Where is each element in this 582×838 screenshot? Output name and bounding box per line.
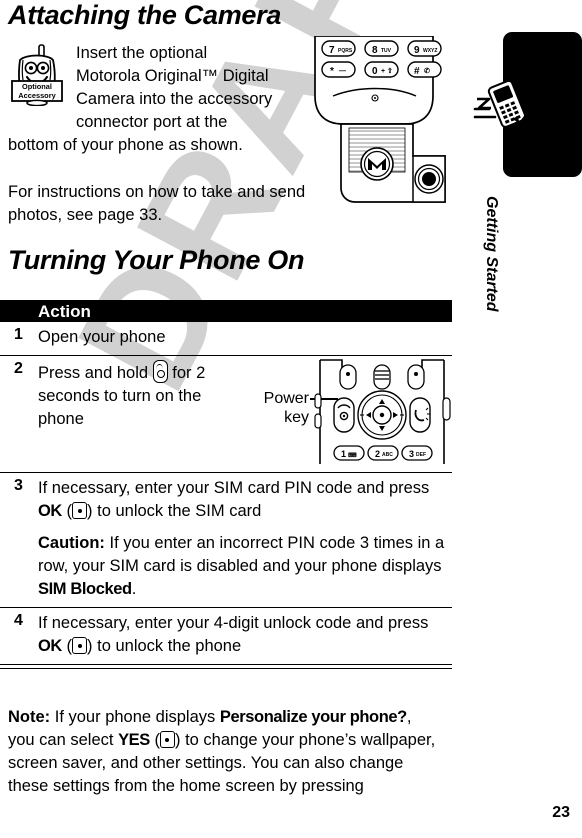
table-header-row: Action [0,300,452,322]
step-text-part: ( [61,637,73,655]
paragraph-photo-instructions: For instructions on how to take and send… [8,183,306,224]
step-text: Press and hold for 2 seconds to turn on … [38,360,208,431]
power-key-callout: Power key [225,389,309,427]
paragraph-line: connector port at the [76,113,228,131]
svg-text:✆: ✆ [424,67,430,75]
step-text: Open your phone [38,328,166,346]
table-bottom-rule [0,668,452,669]
svg-text:⌨: ⌨ [348,452,357,459]
svg-text:3: 3 [409,449,414,459]
svg-text:TUV: TUV [381,48,392,54]
svg-text:WXYZ: WXYZ [423,48,437,54]
paragraph-line: Motorola Original™ Digital [76,67,269,85]
note-text-part: ( [149,731,160,749]
paragraph-line: bottom of your phone as shown. [8,136,243,154]
paragraph-insert-camera: Insert the optional Motorola Original™ D… [8,42,308,157]
center-select-key-glyph [72,502,88,519]
camera-attachment-illustration: 7 PQRS 8 TUV 9 WXYZ * — 0 + ⇧ # ✆ [313,35,458,218]
step-text: If necessary, enter your 4-digit unlock … [38,612,448,658]
svg-text:9: 9 [414,45,420,56]
step-number: 1 [14,326,23,343]
note-paragraph: Note: If your phone displays Personalize… [8,706,438,798]
paragraph-line: Insert the optional [76,44,208,62]
action-table: Action 1 Open your phone 2 Press and hol… [0,300,452,669]
callout-line: Power [263,390,309,407]
step-number: 3 [14,477,23,494]
step-number: 4 [14,612,23,629]
caution-label: Caution: [38,534,105,552]
sidebar-label: Getting Started [483,196,500,312]
page-number: 23 [552,804,570,821]
svg-text:0: 0 [372,66,378,77]
svg-text:ABC: ABC [382,452,393,458]
section-heading-turning-your-phone-on: Turning Your Phone On [8,245,305,275]
step-text-part: ( [61,502,73,520]
center-select-key-glyph [159,731,175,748]
note-text-part: If your phone displays [50,708,220,726]
svg-text:1: 1 [341,449,346,459]
note-label: Note: [8,708,51,726]
page-content: Attaching the Camera Optional Accessory … [0,0,582,838]
svg-text:PQRS: PQRS [338,48,353,54]
caution-text-end: . [131,580,137,598]
callout-line: key [284,409,309,426]
svg-text:#: # [414,66,420,77]
table-row: 4 If necessary, enter your 4-digit unloc… [0,608,452,665]
svg-text:+ ⇧: + ⇧ [381,67,393,75]
step-text-part: ) to unlock the SIM card [87,502,262,520]
table-row: 2 Press and hold for 2 seconds to turn o… [0,356,452,473]
table-header-action: Action [38,302,91,321]
center-select-key-glyph [72,637,88,654]
display-text: Personalize your phone? [219,708,407,726]
section-heading-attaching-the-camera: Attaching the Camera [8,0,282,30]
step-text-part: If necessary, enter your SIM card PIN co… [38,479,430,497]
power-key-glyph [152,360,168,383]
softkey-label: OK [38,502,62,520]
softkey-label: YES [118,731,150,749]
step-text-part: ) to unlock the phone [87,637,242,655]
step-text: If necessary, enter your SIM card PIN co… [38,477,448,601]
softkey-label: OK [38,637,62,655]
svg-text:2: 2 [375,449,380,459]
step-number: 2 [14,360,23,377]
svg-text:8: 8 [372,45,378,56]
svg-text:—: — [339,68,346,75]
table-row: 3 If necessary, enter your SIM card PIN … [0,473,452,608]
step-text-before: Press and hold [38,364,153,382]
step-text-part: If necessary, enter your 4-digit unlock … [38,614,429,632]
display-text: SIM Blocked [38,580,132,598]
svg-text:*: * [330,66,334,77]
running-phone-icon [473,75,535,137]
paragraph-line: Camera into the accessory [76,90,273,108]
table-row: 1 Open your phone [0,322,452,356]
svg-text:DEF: DEF [416,452,426,458]
keypad-illustration: 1 ⌨ 2 ABC 3 DEF [312,358,452,466]
svg-text:7: 7 [329,45,335,56]
